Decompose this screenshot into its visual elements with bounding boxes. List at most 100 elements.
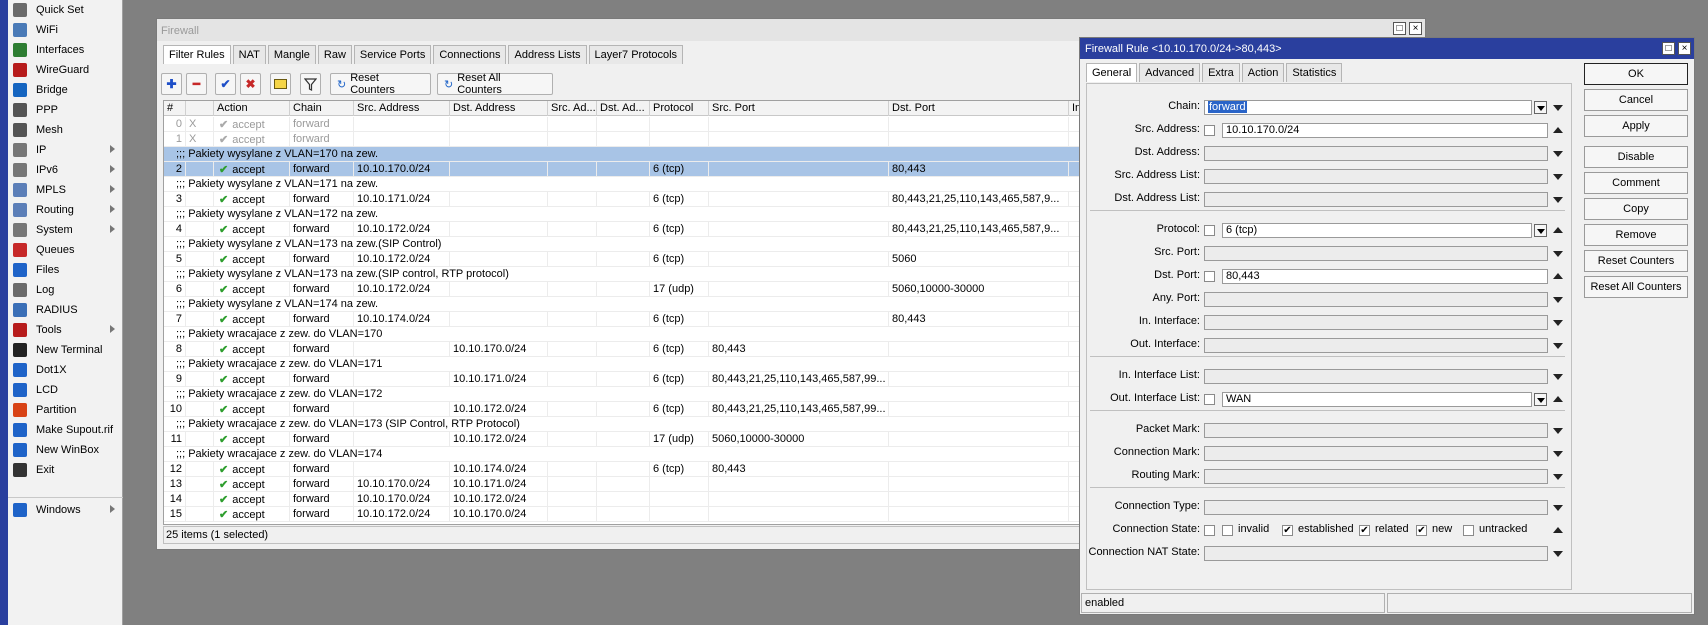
tab-mangle[interactable]: Mangle: [267, 45, 316, 64]
comment-button[interactable]: [270, 73, 291, 95]
expand-arrow-icon[interactable]: [1553, 474, 1563, 480]
column-header[interactable]: [186, 101, 214, 116]
sidebar-item-routing[interactable]: Routing: [8, 200, 123, 220]
column-header[interactable]: Action: [214, 101, 290, 116]
column-header[interactable]: Src. Address: [354, 101, 450, 116]
sidebar-item-queues[interactable]: Queues: [8, 240, 123, 260]
collapse-arrow-icon[interactable]: [1553, 127, 1563, 133]
remove-button[interactable]: Remove: [1584, 224, 1688, 246]
negate-checkbox[interactable]: [1204, 125, 1215, 136]
comment-row[interactable]: ;;; Pakiety wysylane z VLAN=170 na zew.: [164, 147, 1079, 162]
cancel-button[interactable]: Cancel: [1584, 89, 1688, 111]
maximize-button[interactable]: □: [1393, 22, 1406, 35]
table-row[interactable]: 12 ✔ accept forward 10.10.174.0/24 6 (tcp) 80,…: [164, 462, 1079, 477]
dropdown-button[interactable]: [1534, 224, 1547, 237]
expand-arrow-icon[interactable]: [1553, 151, 1563, 157]
sidebar-item-bridge[interactable]: Bridge: [8, 80, 123, 100]
expand-arrow-icon[interactable]: [1553, 174, 1563, 180]
column-header[interactable]: Protocol: [650, 101, 709, 116]
tab-address-lists[interactable]: Address Lists: [508, 45, 587, 64]
sidebar-item-wireguard[interactable]: WireGuard: [8, 60, 123, 80]
field-dst-address[interactable]: [1204, 146, 1548, 161]
sidebar-item-lcd[interactable]: LCD: [8, 380, 123, 400]
state-checkbox-untracked[interactable]: [1463, 525, 1474, 536]
field-connection-mark[interactable]: [1204, 446, 1548, 461]
negate-checkbox[interactable]: [1204, 271, 1215, 282]
column-header[interactable]: Chain: [290, 101, 354, 116]
table-row[interactable]: 7 ✔ accept forward 10.10.174.0/24 6 (tcp) 80,4…: [164, 312, 1079, 327]
collapse-arrow-icon[interactable]: [1553, 273, 1563, 279]
field-src-port[interactable]: [1204, 246, 1548, 261]
close-button[interactable]: ×: [1409, 22, 1422, 35]
table-row[interactable]: 1 X ✔ accept forward: [164, 132, 1079, 147]
table-row[interactable]: 13 ✔ accept forward 10.10.170.0/24 10.10.171.…: [164, 477, 1079, 492]
expand-arrow-icon[interactable]: [1553, 251, 1563, 257]
column-header[interactable]: Src. Port: [709, 101, 889, 116]
sidebar-item-new-winbox[interactable]: New WinBox: [8, 440, 123, 460]
comment-row[interactable]: ;;; Pakiety wysylane z VLAN=173 na zew.(…: [164, 237, 1079, 252]
field-in-interface[interactable]: [1204, 315, 1548, 330]
tab-layer7-protocols[interactable]: Layer7 Protocols: [588, 45, 684, 64]
sidebar-item-mesh[interactable]: Mesh: [8, 120, 123, 140]
state-checkbox-related[interactable]: ✔: [1359, 525, 1370, 536]
sidebar-item-windows[interactable]: Windows: [8, 500, 123, 520]
comment-row[interactable]: ;;; Pakiety wracajace z zew. do VLAN=173…: [164, 417, 1079, 432]
sidebar-item-new-terminal[interactable]: New Terminal: [8, 340, 123, 360]
comment-row[interactable]: ;;; Pakiety wysylane z VLAN=171 na zew.: [164, 177, 1079, 192]
field-in-interface-list[interactable]: [1204, 369, 1548, 384]
comment-row[interactable]: ;;; Pakiety wracajace z zew. do VLAN=171: [164, 357, 1079, 372]
sidebar-item-make-supout-rif[interactable]: Make Supout.rif: [8, 420, 123, 440]
table-row[interactable]: 15 ✔ accept forward 10.10.172.0/24 10.10.170.…: [164, 507, 1079, 522]
table-row[interactable]: 14 ✔ accept forward 10.10.170.0/24 10.10.172.…: [164, 492, 1079, 507]
comment-row[interactable]: ;;; Pakiety wracajace z zew. do VLAN=172: [164, 387, 1079, 402]
field-out-interface-list[interactable]: WAN: [1222, 392, 1532, 407]
comment-row[interactable]: ;;; Pakiety wysylane z VLAN=172 na zew.: [164, 207, 1079, 222]
sidebar-item-mpls[interactable]: MPLS: [8, 180, 123, 200]
field-dst-port[interactable]: 80,443: [1222, 269, 1548, 284]
negate-checkbox[interactable]: [1204, 394, 1215, 405]
sidebar-item-dot1x[interactable]: Dot1X: [8, 360, 123, 380]
comment-row[interactable]: ;;; Pakiety wracajace z zew. do VLAN=174: [164, 447, 1079, 462]
reset-counters-button[interactable]: ↻ Reset Counters: [330, 72, 431, 96]
sidebar-item-exit[interactable]: Exit: [8, 460, 123, 480]
sidebar-item-tools[interactable]: Tools: [8, 320, 123, 340]
dialog-tab-statistics[interactable]: Statistics: [1286, 63, 1343, 82]
sidebar-item-radius[interactable]: RADIUS: [8, 300, 123, 320]
table-row[interactable]: 6 ✔ accept forward 10.10.172.0/24 17 (udp) 506…: [164, 282, 1079, 297]
dialog-tab-advanced[interactable]: Advanced: [1139, 63, 1201, 82]
disable-button[interactable]: ✖: [240, 73, 261, 95]
reset-counters-button[interactable]: Reset Counters: [1584, 250, 1688, 272]
remove-button[interactable]: ━: [186, 73, 207, 95]
table-row[interactable]: 0 X ✔ accept forward: [164, 117, 1079, 132]
disable-button[interactable]: Disable: [1584, 146, 1688, 168]
table-row[interactable]: 4 ✔ accept forward 10.10.172.0/24 6 (tcp) 80,4…: [164, 222, 1079, 237]
sidebar-item-log[interactable]: Log: [8, 280, 123, 300]
state-checkbox-established[interactable]: ✔: [1282, 525, 1293, 536]
expand-arrow-icon[interactable]: [1553, 551, 1563, 557]
table-row[interactable]: 10 ✔ accept forward 10.10.172.0/24 6 (tcp) 80,…: [164, 402, 1079, 417]
reset-all-counters-button[interactable]: ↻ Reset All Counters: [437, 72, 553, 96]
state-negate-checkbox[interactable]: [1204, 525, 1215, 536]
dropdown-button[interactable]: [1534, 101, 1547, 114]
collapse-arrow-icon[interactable]: [1553, 527, 1563, 533]
collapse-arrow-icon[interactable]: [1553, 227, 1563, 233]
state-checkbox-new[interactable]: ✔: [1416, 525, 1427, 536]
table-row[interactable]: 8 ✔ accept forward 10.10.170.0/24 6 (tcp) 80,4…: [164, 342, 1079, 357]
sidebar-item-system[interactable]: System: [8, 220, 123, 240]
collapse-arrow-icon[interactable]: [1553, 396, 1563, 402]
comment-row[interactable]: ;;; Pakiety wysylane z VLAN=173 na zew.(…: [164, 267, 1079, 282]
expand-arrow-icon[interactable]: [1553, 374, 1563, 380]
tab-filter-rules[interactable]: Filter Rules: [163, 45, 231, 64]
sidebar-item-wifi[interactable]: WiFi: [8, 20, 123, 40]
expand-arrow-icon[interactable]: [1553, 105, 1563, 111]
apply-button[interactable]: Apply: [1584, 115, 1688, 137]
dropdown-button[interactable]: [1534, 393, 1547, 406]
expand-arrow-icon[interactable]: [1553, 320, 1563, 326]
dialog-tab-action[interactable]: Action: [1241, 63, 1285, 82]
table-row[interactable]: 9 ✔ accept forward 10.10.171.0/24 6 (tcp) 80,4…: [164, 372, 1079, 387]
comment-row[interactable]: ;;; Pakiety wracajace z zew. do VLAN=170: [164, 327, 1079, 342]
reset-all-counters-button[interactable]: Reset All Counters: [1584, 276, 1688, 298]
expand-arrow-icon[interactable]: [1553, 297, 1563, 303]
column-header[interactable]: Src. Ad...: [548, 101, 597, 116]
sidebar-item-ip[interactable]: IP: [8, 140, 123, 160]
